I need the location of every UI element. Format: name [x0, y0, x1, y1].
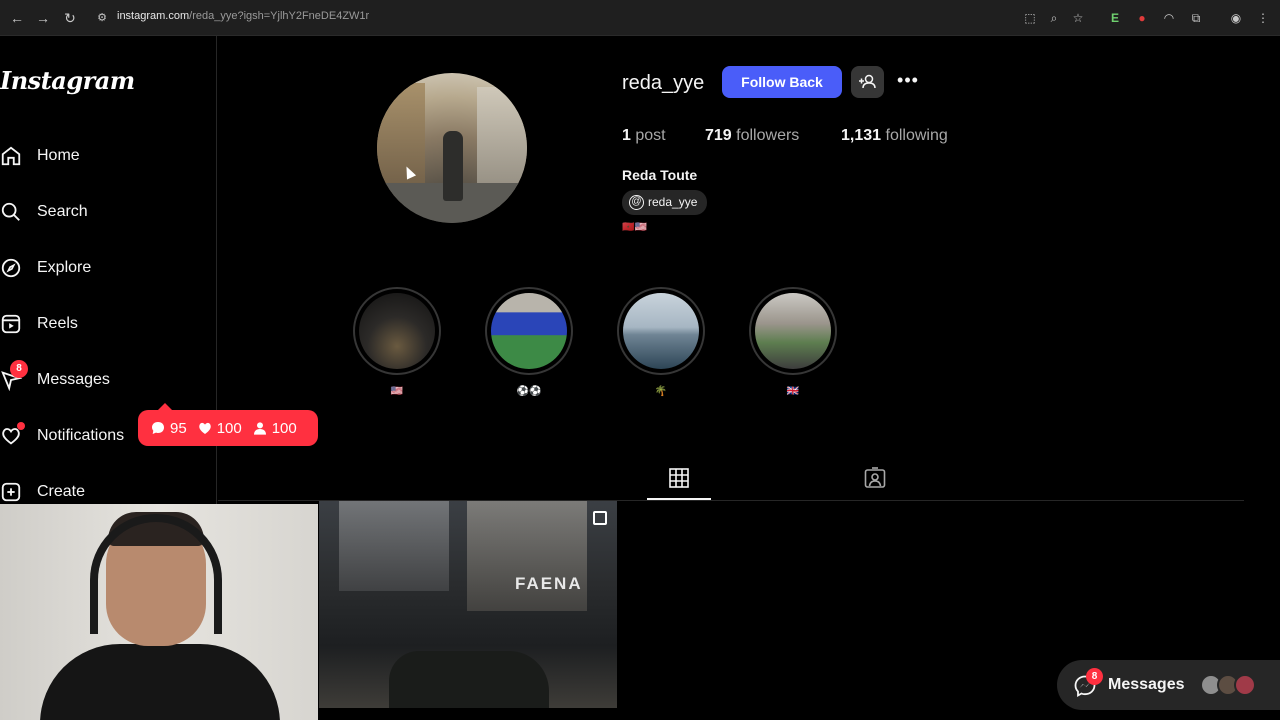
- messages-pill-badge: 8: [1086, 668, 1103, 685]
- followers-count: 719: [705, 127, 732, 144]
- extension-shield-icon[interactable]: ●: [1134, 9, 1150, 27]
- browser-toolbar: ← → ↻ ⚙ instagram.com/reda_yye?igsh=Yjlh…: [0, 0, 1280, 36]
- notification-dot: [17, 422, 25, 430]
- follows-count: 100: [252, 420, 297, 437]
- highlight-4[interactable]: [749, 287, 837, 375]
- profile-full-name: Reda Toute: [622, 167, 698, 183]
- follow-back-button[interactable]: Follow Back: [722, 66, 842, 98]
- post-photo-car: [389, 651, 549, 708]
- sidebar-item-label: Explore: [37, 259, 92, 276]
- sidebar-item-label: Notifications: [37, 427, 125, 444]
- profile-avatar-icon[interactable]: ◉: [1228, 9, 1244, 27]
- bookmark-star-icon[interactable]: ☆: [1070, 9, 1086, 27]
- threads-handle: reda_yye: [648, 195, 698, 209]
- post-photo-tower-right: [467, 501, 587, 611]
- post-photo-tower-left: [339, 501, 449, 591]
- more-options-icon[interactable]: •••: [894, 70, 922, 94]
- sidebar-item-label: Messages: [37, 371, 110, 388]
- messages-badge: 8: [10, 360, 28, 378]
- sidebar-item-label: Home: [37, 147, 80, 164]
- highlight-3[interactable]: [617, 287, 705, 375]
- highlight-image: [491, 293, 567, 369]
- sidebar-item-messages[interactable]: 8 Messages: [0, 360, 200, 400]
- highlight-2[interactable]: [485, 287, 573, 375]
- follows-count-value: 100: [271, 419, 297, 437]
- comments-count: 95: [150, 420, 187, 437]
- notifications-summary-pill[interactable]: 95 100 100: [138, 403, 318, 446]
- reels-icon: [1, 314, 21, 334]
- highlight-label: ⚽⚽: [516, 386, 542, 397]
- extensions-puzzle-icon[interactable]: ⧉: [1188, 9, 1204, 27]
- followers-label: followers: [736, 127, 800, 144]
- sidebar-item-home[interactable]: Home: [0, 136, 200, 176]
- post-photo-sign: FAENA: [515, 574, 583, 593]
- add-person-icon: [859, 74, 876, 89]
- following-stat[interactable]: 1,131 following: [841, 127, 948, 145]
- url-host: instagram.com: [117, 10, 190, 22]
- messages-pill-label: Messages: [1108, 676, 1185, 693]
- threads-link-chip[interactable]: @ reda_yye: [622, 190, 707, 215]
- site-info-icon[interactable]: ⚙: [93, 9, 111, 27]
- likes-count: 100: [197, 420, 242, 437]
- sidebar-item-label: Search: [37, 203, 88, 220]
- extension-arc-icon[interactable]: ◠: [1161, 9, 1177, 27]
- posts-stat: 1 post: [622, 127, 666, 145]
- webcam-headset: [90, 514, 222, 634]
- webcam-overlay: [0, 504, 318, 720]
- back-icon[interactable]: ←: [8, 9, 26, 27]
- carousel-icon: [593, 511, 607, 525]
- following-count: 1,131: [841, 127, 882, 144]
- threads-icon: @: [629, 195, 644, 210]
- browser-menu-icon[interactable]: ⋮: [1255, 9, 1271, 27]
- person-icon: [253, 422, 266, 435]
- forward-icon[interactable]: →: [34, 9, 52, 27]
- likes-count-value: 100: [216, 419, 242, 437]
- highlight-1[interactable]: [353, 287, 441, 375]
- profile-username: reda_yye: [622, 72, 705, 94]
- address-bar[interactable]: instagram.com/reda_yye?igsh=YjlhY2FneDE4…: [117, 10, 369, 22]
- comments-count-value: 95: [170, 419, 187, 437]
- highlight-image: [359, 293, 435, 369]
- tab-active-indicator: [647, 498, 711, 500]
- avatar-photo-person: [443, 131, 463, 201]
- conversation-avatar: [1234, 674, 1256, 696]
- post-thumbnail[interactable]: FAENA: [319, 501, 617, 708]
- tagged-tab-icon[interactable]: [864, 467, 886, 489]
- followers-stat[interactable]: 719 followers: [705, 127, 799, 145]
- profile-avatar[interactable]: [377, 73, 527, 223]
- sidebar-item-explore[interactable]: Explore: [0, 248, 200, 288]
- highlight-label: 🇺🇸: [390, 386, 404, 397]
- highlight-label: 🌴: [654, 386, 668, 397]
- heart-filled-icon: [198, 422, 211, 434]
- highlight-label: 🇬🇧: [786, 386, 800, 397]
- webcam-person-body: [40, 644, 280, 720]
- sidebar-item-label: Create: [37, 483, 86, 500]
- zoom-icon[interactable]: ⌕: [1046, 9, 1062, 27]
- comment-icon: [152, 422, 164, 434]
- reload-icon[interactable]: ↻: [61, 9, 79, 27]
- url-path: /reda_yye?igsh=YjlhY2FneDE4ZW1r: [189, 10, 370, 22]
- highlight-image: [755, 293, 831, 369]
- instagram-logo[interactable]: Instagram: [0, 66, 135, 95]
- sidebar-item-reels[interactable]: Reels: [0, 304, 200, 344]
- posts-count: 1: [622, 127, 631, 144]
- sidebar-item-label: Reels: [37, 315, 78, 332]
- plus-square-icon: [1, 482, 21, 502]
- messages-floating-button[interactable]: 8 Messages: [1057, 660, 1280, 710]
- compass-icon: [1, 258, 21, 278]
- extension-e-icon[interactable]: E: [1107, 9, 1123, 27]
- highlight-image: [623, 293, 699, 369]
- following-label: following: [885, 127, 948, 144]
- suggested-users-button[interactable]: [851, 66, 884, 98]
- install-icon[interactable]: ⬚: [1022, 9, 1038, 27]
- bio-flags: 🇲🇦🇺🇸: [622, 222, 647, 233]
- sidebar-item-search[interactable]: Search: [0, 192, 200, 232]
- posts-grid-tab-icon[interactable]: [669, 468, 689, 488]
- home-icon: [1, 146, 21, 166]
- search-icon: [1, 202, 20, 221]
- posts-label: post: [635, 127, 666, 144]
